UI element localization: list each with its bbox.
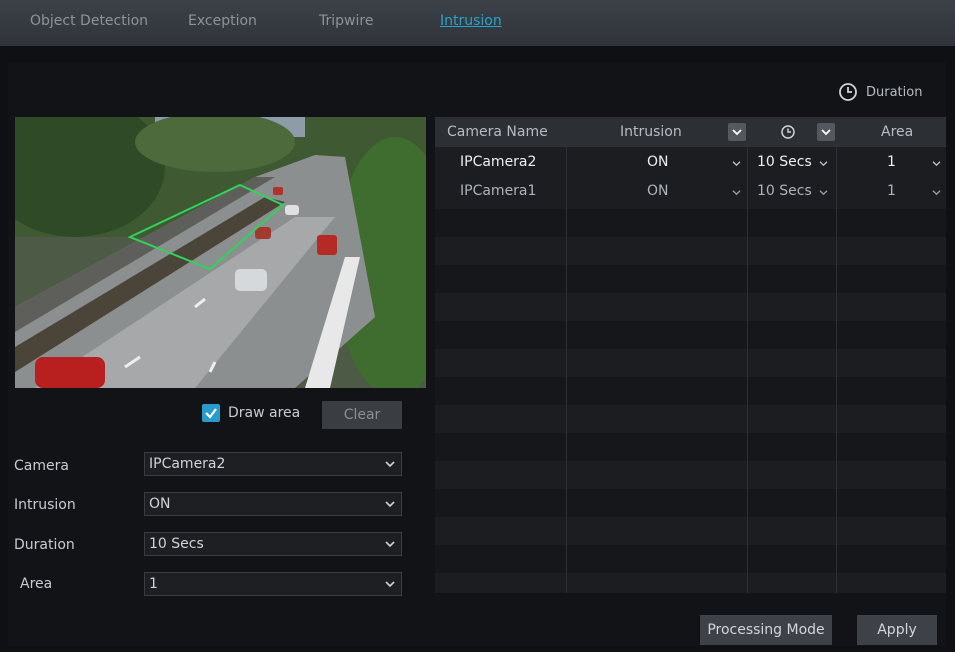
intrusion-column-dropdown[interactable] (728, 123, 746, 141)
duration-legend: Duration (838, 82, 922, 102)
header-intrusion: Intrusion (620, 124, 682, 140)
chevron-down-icon (385, 501, 395, 508)
chevron-down-icon (821, 129, 831, 136)
table-stripe (435, 377, 946, 405)
clock-icon (781, 125, 795, 139)
row-intrusion-value: ON (647, 154, 669, 170)
intrusion-label: Intrusion (14, 497, 76, 513)
duration-label: Duration (14, 537, 75, 553)
row-area-value: 1 (887, 183, 896, 199)
duration-column-dropdown[interactable] (817, 123, 835, 141)
table-stripe (435, 545, 946, 573)
draw-area-checkbox[interactable]: Draw area (202, 404, 300, 422)
draw-area-label: Draw area (228, 405, 301, 421)
row-duration-value: 10 Secs (757, 183, 812, 199)
tab-intrusion[interactable]: Intrusion (440, 13, 502, 29)
duration-select[interactable]: 10 Secs (144, 532, 402, 556)
apply-button[interactable]: Apply (857, 615, 937, 645)
camera-label: Camera (14, 458, 69, 474)
header-area: Area (881, 124, 914, 140)
area-label: Area (20, 576, 53, 592)
intrusion-select[interactable]: ON (144, 492, 402, 516)
chevron-down-icon (385, 541, 395, 548)
table-stripe (435, 433, 946, 461)
checkbox-checked-icon[interactable] (202, 404, 220, 422)
row-area-value: 1 (887, 154, 896, 170)
top-tab-bar: Object Detection Exception Tripwire Intr… (0, 0, 955, 46)
camera-select-value: IPCamera2 (149, 456, 226, 472)
chevron-down-icon[interactable] (732, 189, 741, 196)
chevron-down-icon (385, 581, 395, 588)
area-select[interactable]: 1 (144, 572, 402, 596)
chevron-down-icon[interactable] (819, 160, 828, 167)
clear-button[interactable]: Clear (322, 401, 402, 429)
chevron-down-icon[interactable] (932, 160, 941, 167)
tab-exception[interactable]: Exception (188, 13, 257, 29)
duration-legend-label: Duration (866, 84, 923, 100)
area-select-value: 1 (149, 576, 158, 592)
row-duration-value: 10 Secs (757, 154, 812, 170)
table-stripe (435, 209, 946, 237)
table-stripe (435, 265, 946, 293)
header-camera-name: Camera Name (447, 124, 548, 140)
chevron-down-icon[interactable] (732, 160, 741, 167)
chevron-down-icon (732, 129, 742, 136)
chevron-down-icon (385, 461, 395, 468)
table-row[interactable]: IPCamera2 ON 10 Secs 1 (435, 154, 946, 176)
intrusion-select-value: ON (149, 496, 171, 512)
row-camera-name: IPCamera1 (460, 183, 537, 199)
row-intrusion-value: ON (647, 183, 669, 199)
chevron-down-icon[interactable] (819, 189, 828, 196)
table-stripe (435, 321, 946, 349)
camera-table: Camera Name Intrusion Area IPCamera2 ON … (435, 117, 946, 593)
tab-tripwire[interactable]: Tripwire (319, 13, 373, 29)
tab-object-detection[interactable]: Object Detection (30, 13, 148, 29)
duration-select-value: 10 Secs (149, 536, 204, 552)
row-camera-name: IPCamera2 (460, 154, 537, 170)
table-stripe (435, 489, 946, 517)
chevron-down-icon[interactable] (932, 189, 941, 196)
table-header: Camera Name Intrusion Area (435, 117, 946, 147)
processing-mode-button[interactable]: Processing Mode (700, 615, 832, 645)
camera-select[interactable]: IPCamera2 (144, 452, 402, 476)
clock-icon (839, 83, 857, 101)
table-row[interactable]: IPCamera1 ON 10 Secs 1 (435, 183, 946, 205)
camera-preview[interactable] (15, 117, 426, 388)
